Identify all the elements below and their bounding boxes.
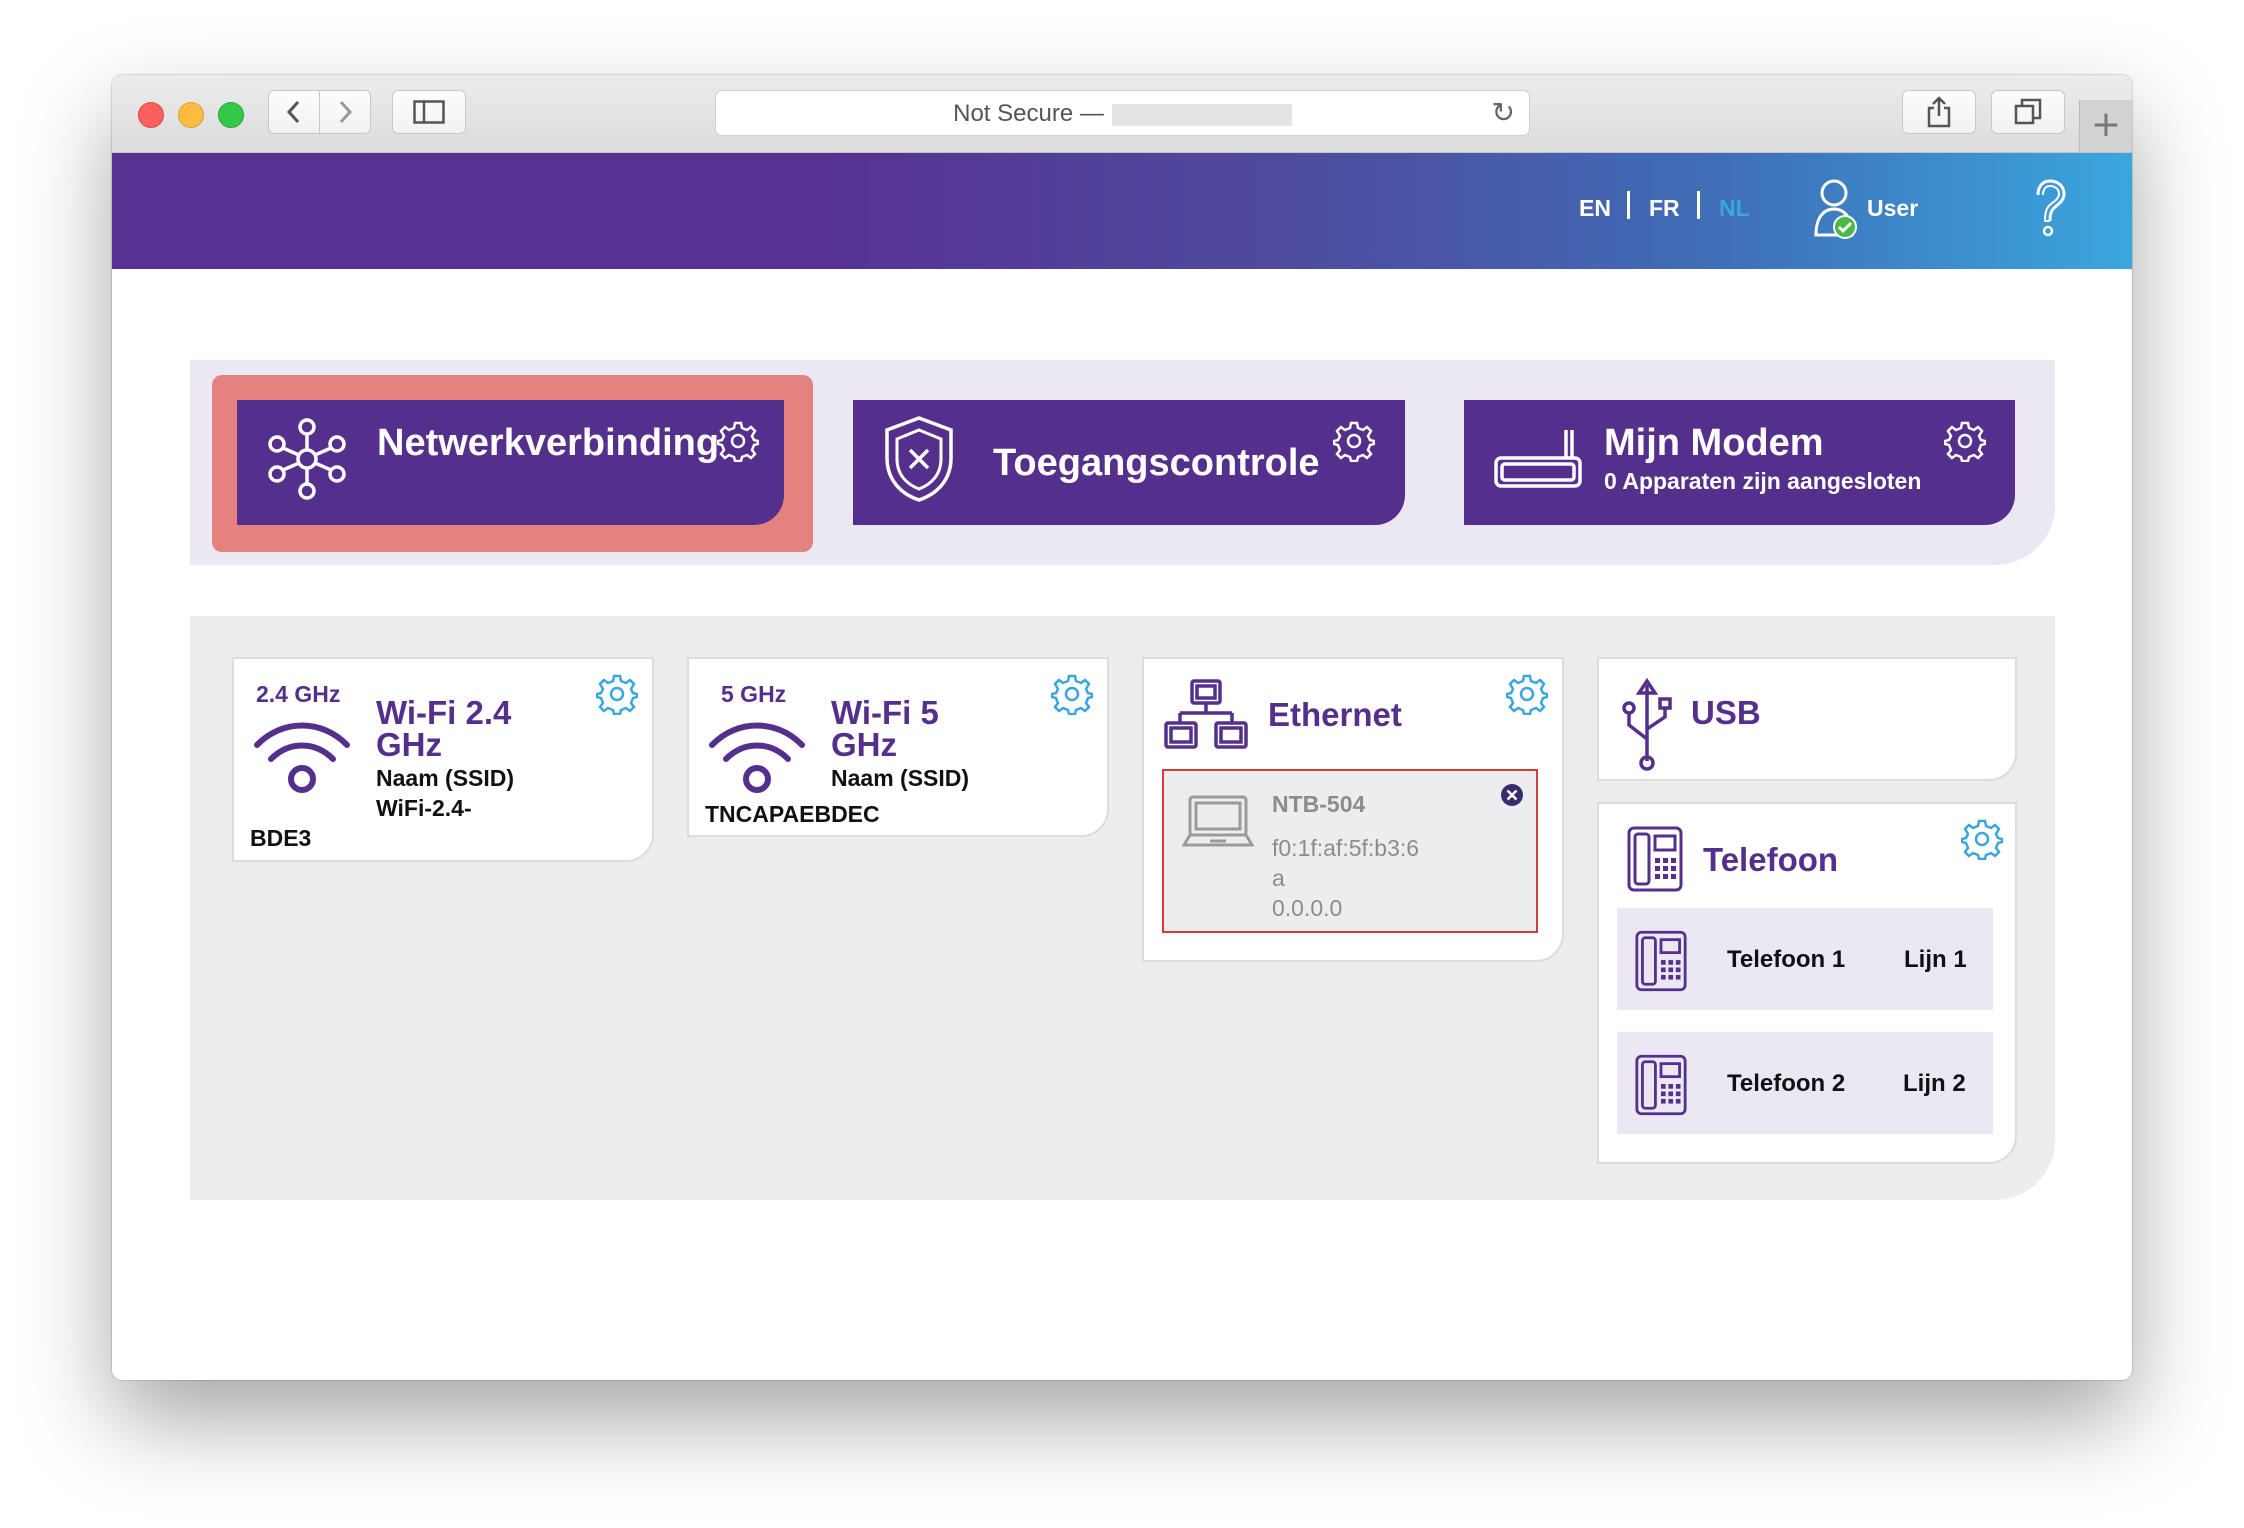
reload-icon[interactable]: ↻ [1492,96,1515,129]
ethernet-title: Ethernet [1268,696,1402,733]
remove-device-icon[interactable] [1500,783,1524,807]
desk-phone-icon [1627,826,1683,892]
back-button[interactable] [268,90,320,134]
telefoon-card[interactable]: Telefoon Telefoon 1 Lijn 1 Telefoon 2 Li… [1597,802,2017,1164]
site-header: EN FR NL User [112,153,2132,269]
wifi-24-title-line1: Wi-Fi 2.4 [376,694,512,731]
share-icon [1927,96,1951,128]
wifi-24-title: Wi-Fi 2.4 GHz [376,694,512,763]
lang-separator [1697,191,1700,219]
gear-icon[interactable] [1961,818,2003,860]
phone-line-row[interactable]: Telefoon 1 Lijn 1 [1617,908,1993,1010]
gear-icon[interactable] [596,673,638,715]
tabs-overview-button[interactable] [1991,90,2065,134]
redacted-url [1111,103,1292,126]
device-name: NTB-504 [1272,791,1366,817]
access-control-title: Toegangscontrole [993,442,1320,484]
wifi-24-title-line2: GHz [376,726,442,763]
browser-titlebar: Not Secure — ↻ + [112,75,2132,153]
sidebar-toggle-button[interactable] [392,90,466,134]
wifi-5-band-label: 5 GHz [721,681,787,707]
wifi-5-ssid-label: Naam (SSID) [831,765,970,791]
wifi-5-title-line2: GHz [831,726,897,763]
close-window-button[interactable] [138,102,164,128]
gear-icon[interactable] [1506,673,1548,715]
tabs-icon [2014,98,2042,125]
wifi-5-title: Wi-Fi 5 GHz [831,694,939,763]
new-tab-button[interactable]: + [2079,100,2132,152]
wifi-5-ssid: TNCAPAEBDEC [705,801,880,827]
gear-icon[interactable] [717,420,759,462]
device-mac-line1: f0:1f:af:5f:b3:6 [1272,835,1420,861]
address-text: Not Secure — [716,100,1529,128]
ethernet-network-icon [1164,679,1248,749]
desk-phone-icon [1635,930,1687,992]
zoom-window-button[interactable] [218,102,244,128]
wifi-24-ssid-label: Naam (SSID) [376,765,515,791]
lang-nl[interactable]: NL [1719,195,1750,222]
wifi-24-band-label: 2.4 GHz [256,681,341,707]
network-connection-title: Netwerkverbinding [377,422,720,464]
phone-line: Lijn 2 [1903,1070,1966,1097]
gear-icon[interactable] [1051,673,1093,715]
phone-name: Telefoon 1 [1727,946,1846,973]
access-control-card[interactable]: Toegangscontrole [853,400,1405,525]
my-modem-title: Mijn Modem [1604,422,1824,464]
laptop-icon [1182,795,1254,847]
chevron-right-icon [339,100,353,124]
gear-icon[interactable] [1333,420,1375,462]
phone-name: Telefoon 2 [1727,1070,1846,1097]
lang-en[interactable]: EN [1579,195,1611,222]
desk-phone-icon [1635,1054,1687,1116]
user-icon[interactable] [1812,177,1860,241]
phone-line: Lijn 1 [1904,946,1967,973]
device-ip: 0.0.0.0 [1272,895,1343,921]
wifi-5-card[interactable]: 5 GHz Wi-Fi 5 GHz Naam (SSID) TNCAPAEBDE… [687,657,1109,837]
network-connection-card[interactable]: Netwerkverbinding [237,400,784,525]
lang-separator [1627,191,1630,219]
lang-fr[interactable]: FR [1649,195,1680,222]
wifi-icon [709,722,805,793]
wifi-icon [254,722,350,793]
gear-icon[interactable] [1944,420,1986,462]
forward-button[interactable] [319,90,371,134]
modem-icon [1494,430,1582,488]
telefoon-title: Telefoon [1703,841,1839,878]
ethernet-card[interactable]: Ethernet NTB-504 f0:1f:af:5f:b3:6 a 0.0.… [1142,657,1564,962]
wifi-24-ssid-line1: WiFi-2.4- [376,795,472,821]
wifi-24-card[interactable]: 2.4 GHz Wi-Fi 2.4 GHz Naam (SSID) WiFi-2… [232,657,654,862]
network-hub-icon [268,418,346,500]
device-mac-line2: a [1272,865,1285,891]
chevron-left-icon [286,100,300,124]
share-button[interactable] [1902,90,1976,134]
usb-icon [1622,677,1672,771]
phone-line-row[interactable]: Telefoon 2 Lijn 2 [1617,1032,1993,1134]
usb-title: USB [1691,694,1761,731]
wifi-24-ssid-line2: BDE3 [250,825,312,851]
address-bar[interactable]: Not Secure — ↻ [715,90,1530,136]
minimize-window-button[interactable] [178,102,204,128]
my-modem-subtitle: 0 Apparaten zijn aangesloten [1604,468,1922,494]
question-mark-icon[interactable] [2032,179,2068,239]
ethernet-device-item[interactable]: NTB-504 f0:1f:af:5f:b3:6 a 0.0.0.0 [1162,769,1538,933]
user-label[interactable]: User [1867,195,1918,222]
my-modem-card[interactable]: Mijn Modem 0 Apparaten zijn aangesloten [1464,400,2015,525]
browser-window: Not Secure — ↻ + EN FR NL User Netwerkve… [112,75,2132,1380]
wifi-5-title-line1: Wi-Fi 5 [831,694,939,731]
usb-card[interactable]: USB [1597,657,2017,781]
shield-icon [885,416,953,502]
sidebar-icon [413,100,445,124]
